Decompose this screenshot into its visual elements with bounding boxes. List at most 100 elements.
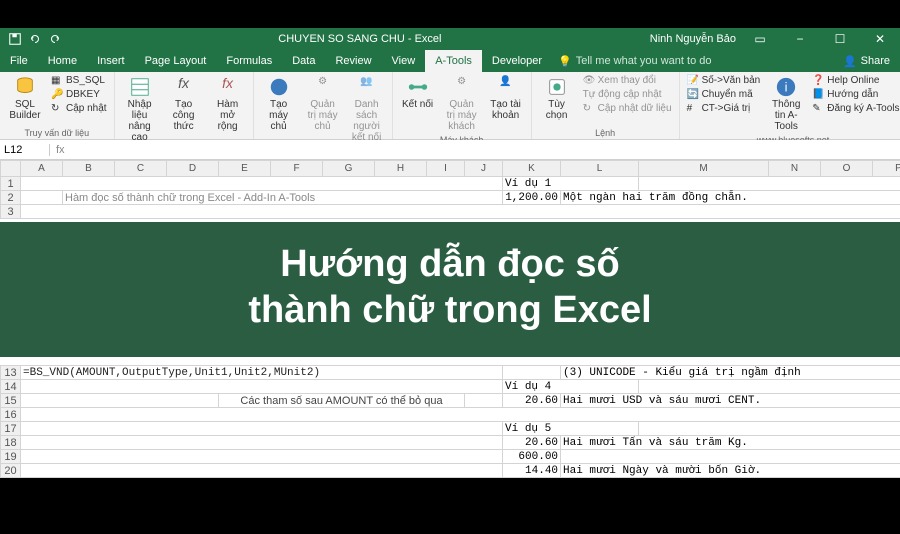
save-icon[interactable] <box>8 32 22 46</box>
lightbulb-icon: 💡 <box>558 55 572 68</box>
sql-builder-button[interactable]: SQL Builder <box>4 74 46 127</box>
undo-icon[interactable] <box>28 32 42 46</box>
connect-icon <box>407 76 429 98</box>
update-data-button: ↻Cập nhật dữ liệu <box>580 102 675 116</box>
row-2[interactable]: 2 Hàm đọc số thành chữ trong Excel - Add… <box>1 191 900 205</box>
sql-icon: ▦ <box>51 75 63 87</box>
cell-vd4-num[interactable]: 20.60 <box>503 394 561 408</box>
cell-vd1-num[interactable]: 1,200.00 <box>503 191 561 205</box>
dbkey-button[interactable]: 🔑DBKEY <box>48 88 110 102</box>
client-admin-button: ⚙Quản trị máy khách <box>441 74 483 134</box>
refresh-button[interactable]: ↻Cập nhật <box>48 102 110 116</box>
refresh-icon: ↻ <box>583 103 595 115</box>
row-20[interactable]: 20 14.40 Hai mươi Ngày và mười bốn Giờ. <box>1 464 900 478</box>
cell-vd5-text1[interactable]: Hai mươi Tấn và sáu trăm Kg. <box>561 436 900 450</box>
text-icon: 📝 <box>687 75 699 87</box>
tab-developer[interactable]: Developer <box>482 50 552 72</box>
cell-formula[interactable]: =BS_VND(AMOUNT,OutputType,Unit1,Unit2,MU… <box>21 366 503 380</box>
ribbon-options-icon[interactable]: ▭ <box>744 32 776 46</box>
number-to-text-button[interactable]: 📝Số->Văn bản <box>684 74 764 88</box>
row-15[interactable]: 15 Các tham số sau AMOUNT có thể bỏ qua … <box>1 394 900 408</box>
create-account-button[interactable]: 👤Tạo tài khoản <box>485 74 527 134</box>
row-16[interactable]: 16 <box>1 408 900 422</box>
convert-icon: 🔄 <box>687 89 699 101</box>
cell-vd4-label[interactable]: Ví dụ 4 <box>503 380 639 394</box>
row-14[interactable]: 14 Ví dụ 4 <box>1 380 900 394</box>
maximize-icon[interactable]: ☐ <box>824 32 856 46</box>
tab-atools[interactable]: A-Tools <box>425 50 482 72</box>
help-icon: ❓ <box>812 75 824 87</box>
close-icon[interactable]: ✕ <box>864 32 896 46</box>
convert-code-button[interactable]: 🔄Chuyển mã <box>684 88 764 102</box>
refresh-icon: ↻ <box>51 103 63 115</box>
row-3[interactable]: 3 <box>1 205 900 219</box>
svg-text:i: i <box>785 80 788 95</box>
users-icon: 👥 <box>356 76 378 98</box>
share-icon: 👤 <box>843 55 857 68</box>
cell-vd5-num3[interactable]: 14.40 <box>503 464 561 478</box>
connections-list-button: 👥Danh sách người kết nối <box>346 74 388 145</box>
cell-vd5-num1[interactable]: 20.60 <box>503 436 561 450</box>
connect-button[interactable]: Kết nối <box>397 74 439 134</box>
formula-to-value-button[interactable]: #CT->Giá trị <box>684 102 764 116</box>
titlebar: CHUYEN SO SANG CHU - Excel Ninh Nguyễn B… <box>0 28 900 50</box>
share-button[interactable]: 👤 Share <box>833 50 900 72</box>
document-title: CHUYEN SO SANG CHU - Excel <box>70 33 650 45</box>
tab-formulas[interactable]: Formulas <box>216 50 282 72</box>
cell-unicode-note[interactable]: (3) UNICODE - Kiểu giá trị ngầm định <box>561 366 900 380</box>
column-headers[interactable]: ABCD EFGH IJKL MNOPQ <box>1 161 900 177</box>
atools-info-button[interactable]: iThông tin A-Tools <box>765 74 807 134</box>
options-icon <box>546 76 568 98</box>
redo-icon[interactable] <box>48 32 62 46</box>
help-online-button[interactable]: ❓Help Online <box>809 74 900 88</box>
tab-page-layout[interactable]: Page Layout <box>135 50 217 72</box>
cell-vd1-label[interactable]: Ví dụ 1 <box>503 177 639 191</box>
tab-view[interactable]: View <box>382 50 426 72</box>
register-button[interactable]: ✎Đăng ký A-Tools <box>809 102 900 116</box>
cell-vd5-num2[interactable]: 600.00 <box>503 450 561 464</box>
ribbon: SQL Builder ▦BS_SQL 🔑DBKEY ↻Cập nhật Tru… <box>0 72 900 140</box>
key-icon: 🔑 <box>51 89 63 101</box>
row-19[interactable]: 19 600.00 <box>1 450 900 464</box>
tab-insert[interactable]: Insert <box>87 50 135 72</box>
cell-formula-note[interactable]: Các tham số sau AMOUNT có thể bỏ qua <box>219 394 465 408</box>
cell-vd4-text[interactable]: Hai mươi USD và sáu mươi CENT. <box>561 394 900 408</box>
gear-icon: ⚙ <box>312 76 334 98</box>
tab-review[interactable]: Review <box>325 50 381 72</box>
group-label-query: Truy vấn dữ liệu <box>4 127 110 139</box>
options-button[interactable]: Tùy chọn <box>536 74 578 127</box>
value-icon: # <box>687 103 699 115</box>
fx-icon[interactable]: fx <box>50 144 71 156</box>
guide-button[interactable]: 📘Hướng dẫn <box>809 88 900 102</box>
extended-functions-button[interactable]: fxHàm mở rộng <box>207 74 249 145</box>
name-box[interactable]: L12 <box>0 144 50 156</box>
minimize-icon[interactable]: − <box>784 32 816 46</box>
row-1[interactable]: 1 Ví dụ 1 <box>1 177 900 191</box>
function-icon: fx <box>217 76 239 98</box>
tell-me-search[interactable]: 💡 Tell me what you want to do <box>558 50 711 72</box>
tab-data[interactable]: Data <box>282 50 325 72</box>
cell-main-title[interactable]: Hàm đọc số thành chữ trong Excel - Add-I… <box>63 191 503 205</box>
bs-sql-button[interactable]: ▦BS_SQL <box>48 74 110 88</box>
formula-bar: L12 fx <box>0 140 900 160</box>
cell-vd5-label[interactable]: Ví dụ 5 <box>503 422 639 436</box>
cell-vd1-text[interactable]: Một ngàn hai trăm đồng chẵn. <box>561 191 900 205</box>
row-17[interactable]: 17 Ví dụ 5 <box>1 422 900 436</box>
tab-home[interactable]: Home <box>38 50 87 72</box>
ribbon-tabs: File Home Insert Page Layout Formulas Da… <box>0 50 900 72</box>
register-icon: ✎ <box>812 103 824 115</box>
server-icon <box>268 76 290 98</box>
create-formula-button[interactable]: fxTạo công thức <box>163 74 205 145</box>
row-13[interactable]: 13 =BS_VND(AMOUNT,OutputType,Unit1,Unit2… <box>1 366 900 380</box>
overlay-line2: thành chữ trong Excel <box>248 289 651 331</box>
advanced-input-button[interactable]: Nhập liệu nâng cao <box>119 74 161 145</box>
tutorial-overlay-banner: Hướng dẫn đọc số thành chữ trong Excel <box>0 222 900 357</box>
tab-file[interactable]: File <box>0 50 38 72</box>
row-18[interactable]: 18 20.60 Hai mươi Tấn và sáu trăm Kg. <box>1 436 900 450</box>
info-icon: i <box>775 76 797 98</box>
book-icon: 📘 <box>812 89 824 101</box>
cell-vd5-text3[interactable]: Hai mươi Ngày và mười bốn Giờ. <box>561 464 900 478</box>
view-changes-button: 👁Xem thay đổi <box>580 74 675 88</box>
create-server-button[interactable]: Tạo máy chủ <box>258 74 300 145</box>
fx-icon: fx <box>173 76 195 98</box>
